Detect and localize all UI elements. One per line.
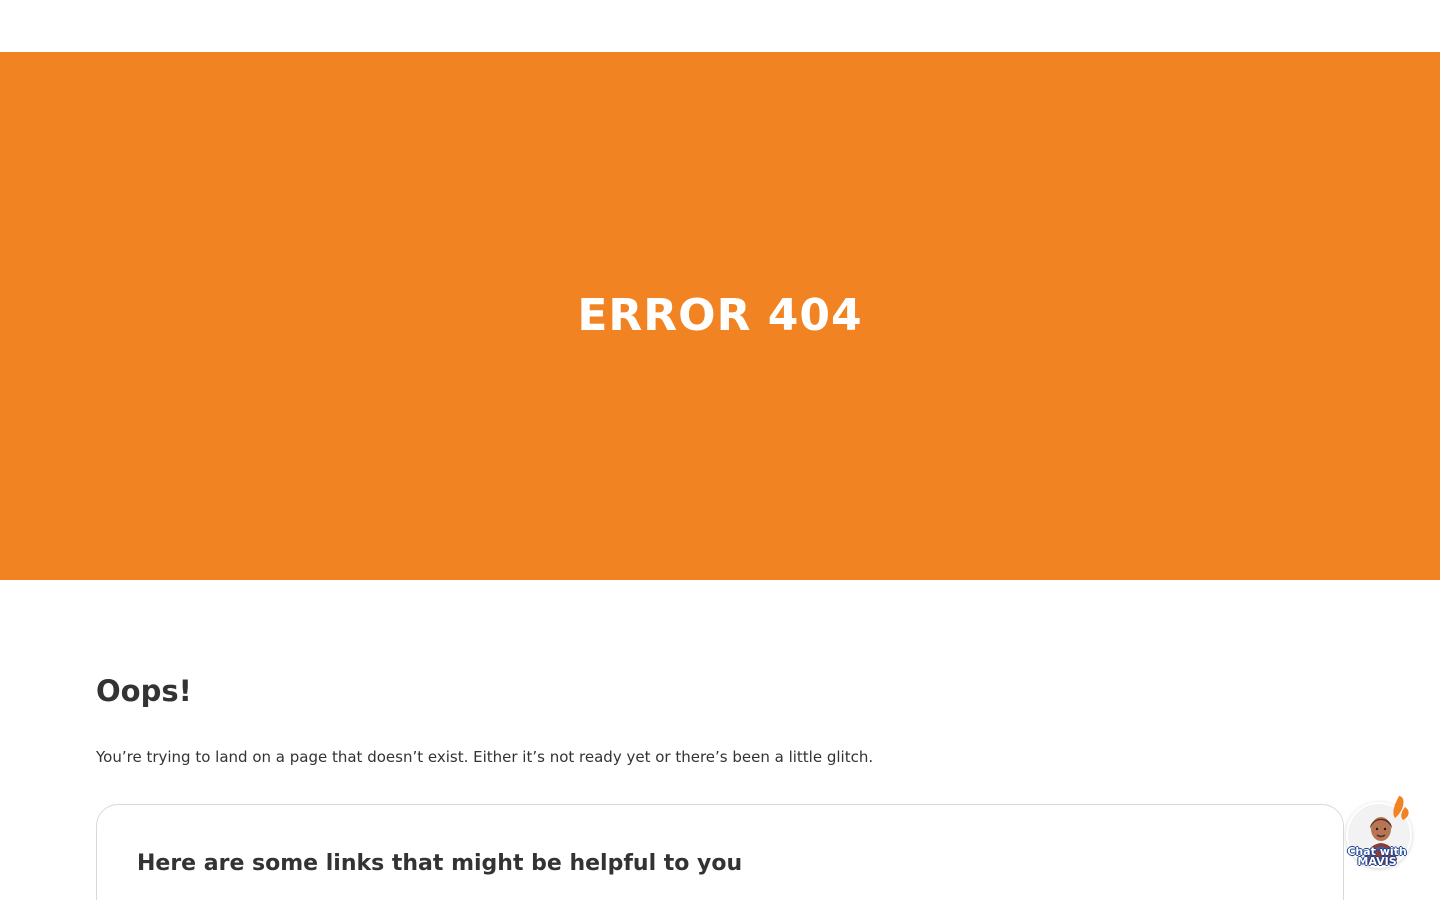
top-bar (0, 0, 1440, 52)
helpful-links-title: Here are some links that might be helpfu… (137, 851, 743, 876)
error-hero: ERROR 404 (0, 52, 1440, 580)
error-message: You’re trying to land on a page that doe… (96, 748, 874, 766)
error-title: ERROR 404 (577, 289, 863, 341)
page: ERROR 404 Oops! You’re trying to land on… (0, 0, 1440, 900)
oops-title: Oops! (96, 674, 192, 708)
chat-accent-icon (1393, 796, 1409, 820)
helpful-links-card: Here are some links that might be helpfu… (96, 804, 1344, 900)
chat-with-mavis-label: Chat with MAVIS (1347, 845, 1407, 868)
chat-with-mavis-button[interactable]: Chat with MAVIS (1342, 792, 1420, 880)
